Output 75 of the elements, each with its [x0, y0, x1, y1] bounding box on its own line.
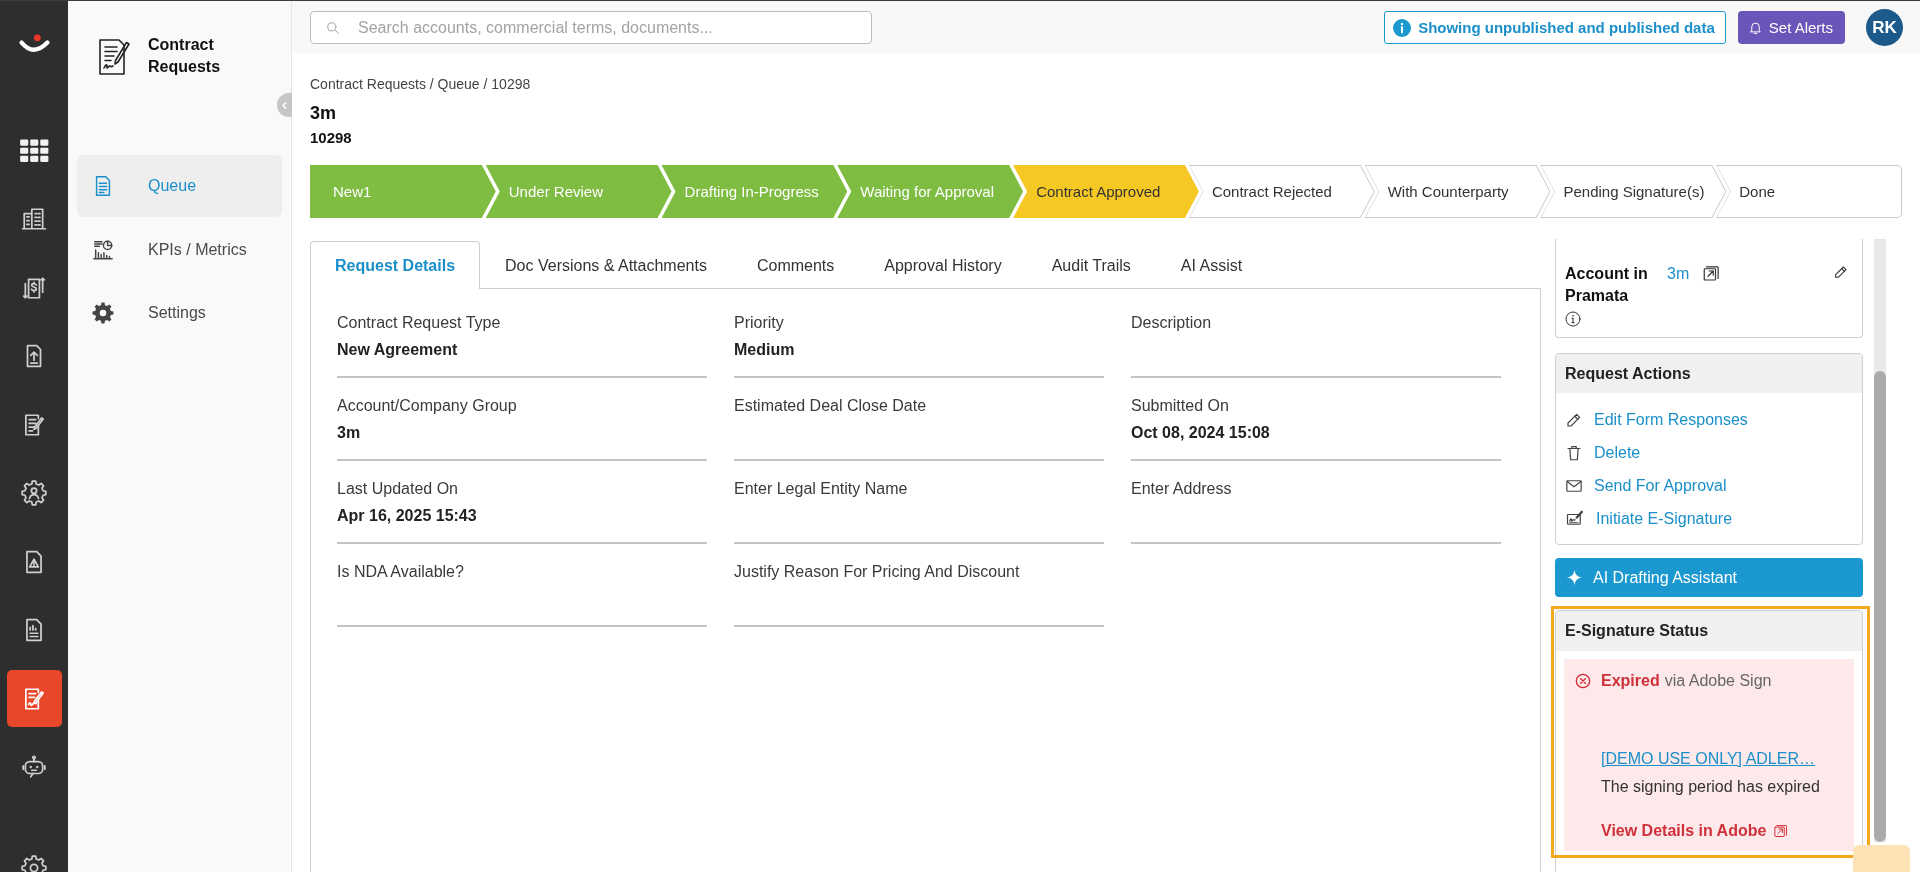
stage-step: Contract Approved [1013, 165, 1199, 218]
info-icon [1565, 311, 1581, 327]
external-link-icon [1773, 823, 1789, 839]
field-label: Enter Address [1131, 479, 1232, 499]
signature-pad-icon [1565, 509, 1585, 528]
action-link[interactable]: Send For Approval [1565, 469, 1727, 502]
details-link[interactable]: View Details in Adobe [1601, 820, 1789, 842]
gear-icon [92, 301, 114, 325]
breadcrumb: Contract Requests / Queue / 10298 [310, 75, 531, 93]
external-link-icon[interactable] [1702, 265, 1721, 283]
field-label: Description [1131, 313, 1212, 333]
section-title: Contract Requests [148, 35, 222, 77]
field-label: Is NDA Available? [337, 562, 464, 582]
search-field[interactable]: Search accounts, commercial terms, documents... [358, 16, 871, 39]
nav-item[interactable]: Settings [77, 282, 282, 344]
field-value: New Agreement [337, 340, 458, 360]
apps-grid-icon [19, 139, 49, 162]
field-label: Last Updated On [337, 479, 458, 499]
tab[interactable]: Doc Versions & Attachments [480, 241, 732, 289]
document-link[interactable]: [DEMO USE ONLY] ADLER… [1601, 748, 1815, 770]
user-avatar[interactable]: RK [1866, 9, 1903, 46]
info-icon [1393, 18, 1412, 37]
page-subtitle: 10298 [310, 129, 352, 147]
ai-assistant-button[interactable]: AI Drafting Assistant [1555, 558, 1863, 597]
tab[interactable]: AI Assist [1155, 241, 1268, 289]
rail-button[interactable] [6, 670, 62, 727]
chevron-left-icon [280, 99, 289, 111]
tab[interactable]: Comments [731, 241, 860, 289]
field-label: Priority [734, 313, 784, 333]
robot-icon [21, 754, 47, 780]
field-value: Apr 16, 2025 15:43 [337, 506, 477, 526]
tab[interactable]: Audit Trails [1026, 241, 1156, 289]
scrollbar-thumb[interactable] [1874, 371, 1886, 842]
dollar-document-icon [21, 274, 47, 301]
bell-icon [1747, 20, 1763, 35]
search-bar[interactable]: Search accounts, commercial terms, documents... [310, 11, 872, 44]
stage-step: Waiting for Approval [837, 165, 1024, 218]
field-value: Medium [734, 340, 795, 360]
account-label: Account in Pramata [1565, 264, 1649, 306]
field-label: Estimated Deal Close Date [734, 396, 927, 416]
sparkle-icon [1566, 569, 1583, 586]
tab[interactable]: Request Details [310, 241, 481, 289]
nav-item[interactable]: Queue [77, 155, 282, 217]
card-header: E-Signature Status [1556, 611, 1862, 651]
tab[interactable]: Approval History [859, 241, 1027, 289]
field-label: Contract Request Type [337, 313, 501, 333]
action-link[interactable]: Delete [1565, 436, 1641, 469]
page-title: 3m [310, 102, 336, 124]
status-label: Expired [1601, 671, 1660, 691]
field-label: Justify Reason For Pricing And Discount [734, 562, 1020, 582]
stage-step: New1 [310, 165, 496, 218]
gear-person-icon [21, 480, 47, 506]
status-message: The signing period has expired [1601, 777, 1820, 797]
card-header: Request Actions [1556, 354, 1862, 393]
field-value: Oct 08, 2024 15:08 [1131, 423, 1270, 443]
buildings-icon [21, 206, 47, 232]
pencil-icon[interactable] [1833, 264, 1849, 280]
provider-text: via Adobe Sign [1664, 671, 1772, 691]
field-label: Account/Company Group [337, 396, 517, 416]
field-value: 3m [337, 423, 361, 443]
stage-step: Under Review [485, 165, 672, 218]
x-circle-icon [1575, 673, 1591, 689]
action-link[interactable]: Initiate E-Signature [1565, 502, 1733, 535]
nav-item[interactable]: KPIs / Metrics [77, 218, 282, 281]
app-logo [18, 34, 50, 55]
field-label: Enter Legal Entity Name [734, 479, 908, 499]
stage-step: Drafting In-Progress [661, 165, 848, 218]
action-link[interactable]: Edit Form Responses [1565, 403, 1748, 436]
search-icon [326, 20, 340, 35]
trash-icon [1565, 443, 1583, 462]
data-mode-button[interactable]: Showing unpublished and published data [1384, 11, 1726, 44]
set-alerts-button[interactable]: Set Alerts [1737, 11, 1845, 44]
field-label: Submitted On [1131, 396, 1229, 416]
account-link[interactable]: 3m [1667, 263, 1690, 285]
stage-step: Done [1716, 165, 1903, 218]
